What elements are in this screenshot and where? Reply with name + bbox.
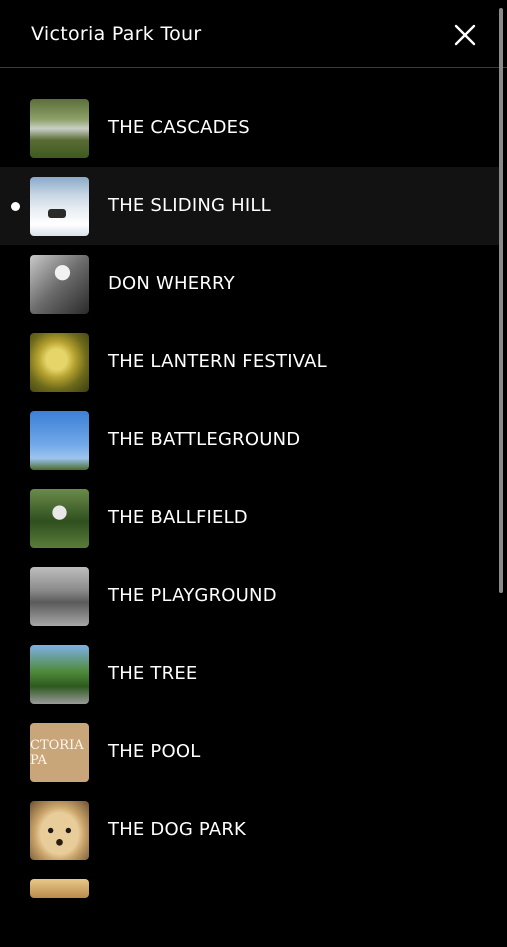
list-item[interactable]: DON WHERRY xyxy=(0,245,499,323)
list-item[interactable]: THE PLAYGROUND xyxy=(0,557,499,635)
list-item[interactable]: THE DOG PARK xyxy=(0,791,499,869)
tour-stop-list: THE CASCADES THE SLIDING HILL DON WHERRY… xyxy=(0,89,499,947)
stop-label: DON WHERRY xyxy=(108,273,235,294)
list-item[interactable]: THE LANTERN FESTIVAL xyxy=(0,323,499,401)
list-item-partial[interactable] xyxy=(0,869,499,947)
list-item[interactable]: THE BALLFIELD xyxy=(0,479,499,557)
cascades-thumbnail xyxy=(30,99,89,158)
scrollbar[interactable] xyxy=(499,8,503,593)
stop-label: THE BATTLEGROUND xyxy=(108,429,301,450)
tree-thumbnail xyxy=(30,645,89,704)
stop-label: THE TREE xyxy=(108,663,198,684)
close-icon xyxy=(454,24,476,46)
playground-thumbnail xyxy=(30,567,89,626)
list-item[interactable]: CTORIA PA THE POOL xyxy=(0,713,499,791)
stop-label: THE CASCADES xyxy=(108,117,250,138)
stop-label: THE DOG PARK xyxy=(108,819,247,840)
list-item[interactable]: THE CASCADES xyxy=(0,89,499,167)
stop-label: THE POOL xyxy=(108,741,201,762)
statue-thumbnail xyxy=(30,255,89,314)
close-button[interactable] xyxy=(451,21,479,49)
header: Victoria Park Tour xyxy=(0,0,507,68)
dog-thumbnail xyxy=(30,801,89,860)
current-stop-dot-icon xyxy=(11,202,20,211)
stop-label: THE BALLFIELD xyxy=(108,507,248,528)
list-item[interactable]: THE BATTLEGROUND xyxy=(0,401,499,479)
stop-label: THE LANTERN FESTIVAL xyxy=(108,351,327,372)
stop-label: THE PLAYGROUND xyxy=(108,585,277,606)
page-title: Victoria Park Tour xyxy=(31,23,202,45)
lantern-thumbnail xyxy=(30,333,89,392)
stop-label: THE SLIDING HILL xyxy=(108,195,271,216)
pool-sign-thumbnail: CTORIA PA xyxy=(30,723,89,782)
list-item-active[interactable]: THE SLIDING HILL xyxy=(0,167,499,245)
battleground-thumbnail xyxy=(30,411,89,470)
pool-sign-text: CTORIA PA xyxy=(30,737,84,768)
ballfield-thumbnail xyxy=(30,489,89,548)
sliding-hill-thumbnail xyxy=(30,177,89,236)
next-stop-thumbnail xyxy=(30,879,89,898)
list-item[interactable]: THE TREE xyxy=(0,635,499,713)
